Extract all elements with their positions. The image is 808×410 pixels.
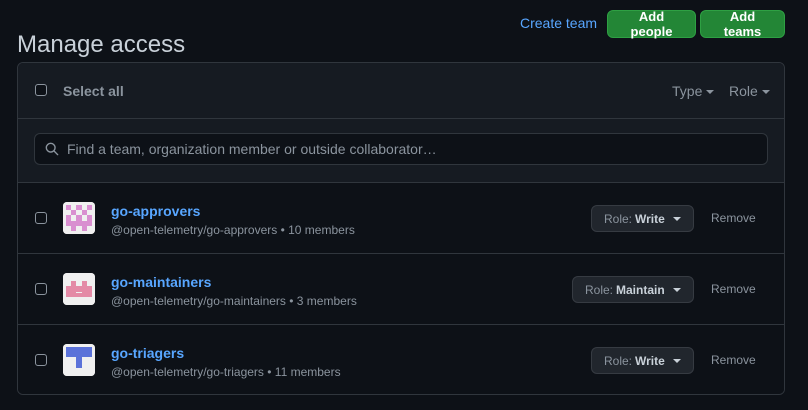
row-checkbox[interactable] (35, 354, 47, 366)
chevron-down-icon (672, 358, 681, 363)
team-row: go-approvers @open-telemetry/go-approver… (18, 183, 784, 254)
team-description: @open-telemetry/go-maintainers • 3 membe… (111, 294, 357, 308)
search-box (34, 133, 768, 165)
team-avatar (63, 344, 95, 376)
search-input[interactable] (67, 134, 757, 164)
role-value: Write (635, 211, 665, 226)
page-title: Manage access (17, 31, 186, 59)
team-name-link[interactable]: go-approvers (111, 203, 200, 219)
add-teams-button[interactable]: Add teams (700, 9, 785, 39)
identicon-icon (63, 344, 95, 376)
chevron-down-icon (672, 287, 681, 292)
team-description: @open-telemetry/go-triagers • 11 members (111, 365, 341, 379)
team-row: go-maintainers @open-telemetry/go-mainta… (18, 254, 784, 325)
chevron-down-icon (761, 90, 770, 95)
select-all-label: Select all (63, 83, 124, 99)
role-prefix: Role: (604, 211, 633, 226)
access-panel: Select all Type Role Find a team, organi… (17, 62, 785, 395)
team-avatar (63, 202, 95, 234)
row-checkbox[interactable] (35, 212, 47, 224)
select-all-checkbox[interactable] (35, 84, 47, 96)
role-prefix: Role: (585, 282, 614, 297)
chevron-down-icon (706, 90, 715, 95)
team-avatar (63, 273, 95, 305)
role-filter-label: Role (729, 83, 758, 99)
role-value: Write (635, 353, 665, 368)
role-value: Maintain (616, 282, 665, 297)
role-dropdown-button[interactable]: Role: Write (591, 347, 694, 374)
identicon-icon (63, 273, 95, 305)
role-dropdown-button[interactable]: Role: Maintain (572, 276, 694, 303)
team-name-link[interactable]: go-maintainers (111, 274, 211, 290)
add-people-button[interactable]: Add people (607, 9, 696, 39)
role-dropdown-button[interactable]: Role: Write (591, 205, 694, 232)
role-filter-dropdown[interactable]: Role (729, 83, 770, 99)
search-area (18, 119, 784, 183)
chevron-down-icon (672, 216, 681, 221)
remove-button[interactable]: Remove (711, 282, 756, 296)
type-filter-label: Type (672, 83, 703, 99)
type-filter-dropdown[interactable]: Type (672, 83, 715, 99)
team-row: go-triagers @open-telemetry/go-triagers … (18, 325, 784, 394)
remove-button[interactable]: Remove (711, 353, 756, 367)
remove-button[interactable]: Remove (711, 211, 756, 225)
row-checkbox[interactable] (35, 283, 47, 295)
panel-toolbar: Select all Type Role (18, 63, 784, 119)
create-team-link[interactable]: Create team (520, 15, 597, 31)
role-prefix: Role: (604, 353, 633, 368)
team-description: @open-telemetry/go-approvers • 10 member… (111, 223, 355, 237)
team-name-link[interactable]: go-triagers (111, 345, 184, 361)
search-icon (45, 142, 59, 156)
identicon-icon (63, 202, 95, 234)
